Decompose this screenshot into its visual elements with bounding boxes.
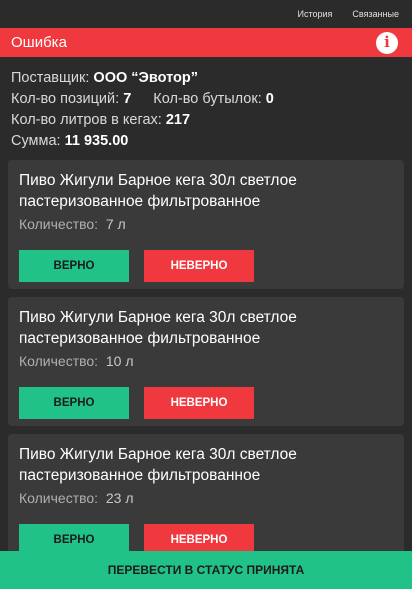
quantity-label: Количество: — [19, 216, 102, 232]
incorrect-button[interactable]: НЕВЕРНО — [144, 250, 254, 282]
item-quantity: Количество: 23 л — [19, 490, 393, 506]
quantity-value: 7 л — [105, 216, 126, 232]
incorrect-button[interactable]: НЕВЕРНО — [144, 387, 254, 419]
positions-value: 7 — [123, 91, 132, 107]
quantity-label: Количество: — [19, 353, 102, 369]
item-actions: ВЕРНО НЕВЕРНО — [19, 387, 393, 419]
info-icon[interactable]: i — [376, 31, 398, 54]
counts-row: Кол-во позиций: 7 Кол-во бутылок: 0 — [11, 89, 401, 110]
liters-row: Кол-во литров в кегах: 217 — [11, 110, 401, 131]
item-list: Пиво Жигули Барное кега 30л светлое паст… — [0, 160, 412, 563]
sum-label: Сумма: — [11, 133, 61, 149]
item-quantity: Количество: 7 л — [19, 216, 393, 232]
document-summary: Поставщик: ООО “Эвотор” Кол-во позиций: … — [0, 57, 412, 152]
liters-label: Кол-во литров в кегах: — [11, 112, 162, 128]
top-nav: История Связанные — [0, 0, 412, 28]
correct-button[interactable]: ВЕРНО — [19, 387, 129, 419]
item-card: Пиво Жигули Барное кега 30л светлое паст… — [8, 297, 404, 426]
item-quantity: Количество: 10 л — [19, 353, 393, 369]
item-actions: ВЕРНО НЕВЕРНО — [19, 250, 393, 282]
supplier-label: Поставщик: — [11, 70, 90, 86]
item-card: Пиво Жигули Барное кега 30л светлое паст… — [8, 434, 404, 563]
positions-label: Кол-во позиций: — [11, 91, 120, 107]
quantity-value: 10 л — [105, 353, 134, 369]
error-banner: Ошибка i — [0, 28, 412, 57]
quantity-label: Количество: — [19, 490, 102, 506]
history-link[interactable]: История — [297, 9, 332, 19]
item-name: Пиво Жигули Барное кега 30л светлое паст… — [19, 172, 297, 210]
item-card: Пиво Жигули Барное кега 30л светлое паст… — [8, 160, 404, 289]
quantity-value: 23 л — [105, 490, 134, 506]
sum-row: Сумма: 11 935.00 — [11, 131, 401, 152]
item-name: Пиво Жигули Барное кега 30л светлое паст… — [19, 446, 297, 484]
item-name: Пиво Жигули Барное кега 30л светлое паст… — [19, 309, 297, 347]
supplier-row: Поставщик: ООО “Эвотор” — [11, 68, 401, 89]
supplier-value: ООО “Эвотор” — [93, 70, 198, 86]
correct-button[interactable]: ВЕРНО — [19, 250, 129, 282]
accept-status-button[interactable]: ПЕРЕВЕСТИ В СТАТУС ПРИНЯТА — [0, 551, 412, 589]
liters-value: 217 — [165, 112, 191, 128]
related-link[interactable]: Связанные — [352, 9, 399, 19]
bottles-label: Кол-во бутылок: — [153, 91, 262, 107]
error-title: Ошибка — [11, 34, 67, 51]
sum-value: 11 935.00 — [64, 133, 129, 149]
bottles-value: 0 — [265, 91, 274, 107]
